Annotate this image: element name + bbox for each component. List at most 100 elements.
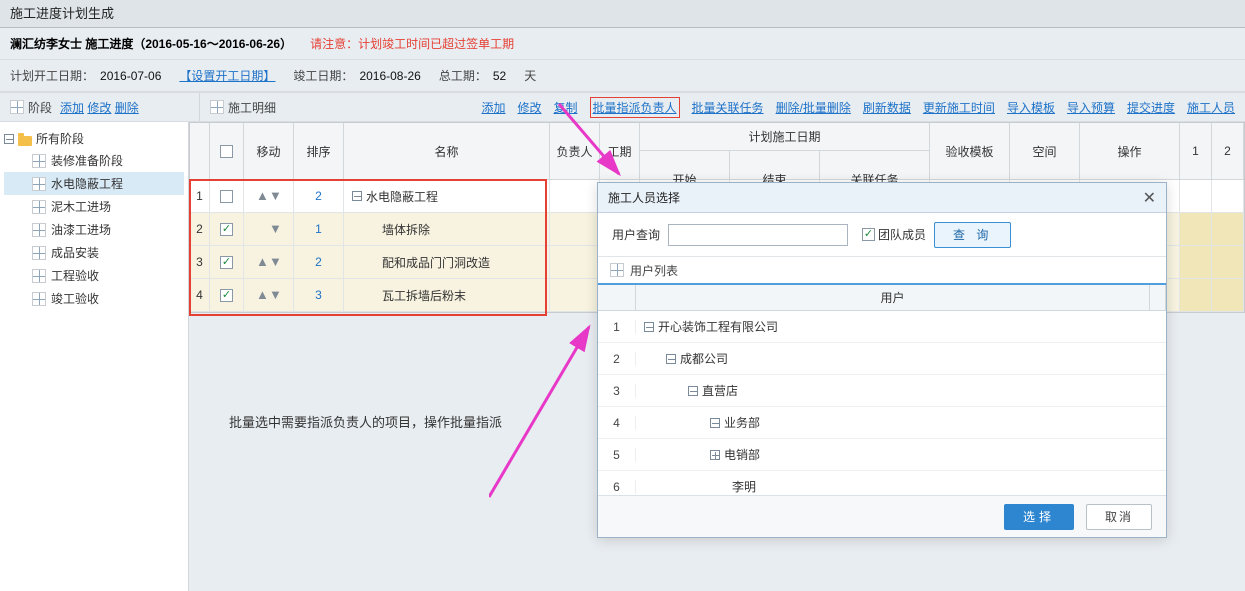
user-tree-row[interactable]: 1开心装饰工程有限公司: [598, 311, 1166, 343]
col-plan-date-group: 计划施工日期: [640, 123, 930, 151]
user-tree-row[interactable]: 2成都公司: [598, 343, 1166, 375]
detail-update-time-link[interactable]: 更新施工时间: [923, 99, 995, 116]
grid-icon: [32, 223, 46, 237]
col-template: 验收模板: [930, 123, 1010, 179]
move-up-icon[interactable]: ▲: [256, 288, 268, 302]
set-start-date-link[interactable]: 【设置开工日期】: [179, 67, 275, 84]
grid-icon: [32, 292, 46, 306]
detail-import-budget-link[interactable]: 导入预算: [1067, 99, 1115, 116]
phase-edit-link[interactable]: 修改: [87, 99, 111, 116]
phase-add-link[interactable]: 添加: [60, 99, 84, 116]
grid-icon: [32, 246, 46, 260]
worker-select-modal: 施工人员选择 ✕ 用户查询 团队成员 查 询 用户列表 用户: [597, 182, 1167, 538]
tree-item-label: 竣工验收: [51, 290, 99, 307]
col-name: 名称: [344, 123, 550, 179]
grid-icon: [610, 263, 624, 277]
tree-item[interactable]: 油漆工进场: [4, 218, 184, 241]
col-space: 空间: [1010, 123, 1080, 179]
user-tree-row[interactable]: 3直营店: [598, 375, 1166, 407]
project-info-row: 澜汇纺李女士 施工进度（2016-05-16～2016-06-26） 请注意：计…: [0, 28, 1245, 60]
tree-item[interactable]: 装修准备阶段: [4, 149, 184, 172]
move-down-icon[interactable]: ▼: [269, 288, 281, 302]
modal-col-user: 用户: [636, 285, 1150, 310]
overdue-warning: 请注意：计划竣工时间已超过签单工期: [310, 35, 514, 52]
cancel-button[interactable]: 取消: [1086, 504, 1152, 530]
row-checkbox[interactable]: [220, 256, 233, 269]
move-down-icon[interactable]: ▼: [269, 255, 281, 269]
grid-icon: [210, 100, 224, 114]
modal-title: 施工人员选择: [608, 189, 680, 206]
phase-tree: 所有阶段 装修准备阶段水电隐蔽工程泥木工进场油漆工进场成品安装工程验收竣工验收: [0, 122, 189, 591]
sort-value: 2: [294, 246, 344, 278]
user-search-input[interactable]: [668, 224, 848, 246]
grid-icon: [10, 100, 24, 114]
row-index: 1: [190, 180, 210, 212]
tree-item[interactable]: 成品安装: [4, 241, 184, 264]
expand-icon[interactable]: [710, 450, 720, 460]
detail-workers-link[interactable]: 施工人员: [1187, 99, 1235, 116]
total-duration-value: 52: [493, 69, 506, 83]
select-button[interactable]: 选择: [1004, 504, 1074, 530]
task-name: 配和成品门门洞改造: [344, 246, 550, 278]
user-tree-row[interactable]: 4业务部: [598, 407, 1166, 439]
sort-value: 3: [294, 279, 344, 311]
user-tree-row[interactable]: 6李明: [598, 471, 1166, 495]
move-up-icon[interactable]: ▲: [256, 189, 268, 203]
tree-item[interactable]: 水电隐蔽工程: [4, 172, 184, 195]
task-name: 瓦工拆墙后粉末: [344, 279, 550, 311]
detail-batch-relate-link[interactable]: 批量关联任务: [692, 99, 764, 116]
tree-item[interactable]: 工程验收: [4, 264, 184, 287]
phase-section-label: 阶段: [10, 99, 52, 116]
row-checkbox[interactable]: [220, 190, 233, 203]
phase-delete-link[interactable]: 删除: [115, 99, 139, 116]
collapse-icon[interactable]: [4, 134, 14, 144]
collapse-icon[interactable]: [352, 191, 362, 201]
detail-submit-progress-link[interactable]: 提交进度: [1127, 99, 1175, 116]
collapse-icon[interactable]: [666, 354, 676, 364]
total-duration-label: 总工期：: [439, 67, 487, 84]
annotation-text: 批量选中需要指派负责人的项目，操作批量指派: [229, 412, 502, 431]
detail-edit-link[interactable]: 修改: [518, 99, 542, 116]
move-down-icon[interactable]: ▼: [269, 189, 281, 203]
tree-item-label: 油漆工进场: [51, 221, 111, 238]
grid-icon: [32, 200, 46, 214]
tree-root-label: 所有阶段: [36, 130, 84, 147]
task-name: 墙体拆除: [344, 213, 550, 245]
move-up-icon[interactable]: ▲: [256, 255, 268, 269]
tree-item-label: 装修准备阶段: [51, 152, 123, 169]
col-num1: 1: [1180, 123, 1212, 179]
row-checkbox[interactable]: [220, 223, 233, 236]
detail-refresh-link[interactable]: 刷新数据: [863, 99, 911, 116]
col-sort: 排序: [294, 123, 344, 179]
tree-root[interactable]: 所有阶段: [4, 128, 184, 149]
user-name: 直营店: [702, 382, 738, 399]
team-member-checkbox[interactable]: [862, 228, 875, 241]
detail-copy-link[interactable]: 复制: [554, 99, 578, 116]
collapse-icon[interactable]: [644, 322, 654, 332]
col-num2: 2: [1212, 123, 1244, 179]
plan-start-value: 2016-07-06: [100, 69, 161, 83]
tree-item-label: 成品安装: [51, 244, 99, 261]
row-checkbox[interactable]: [220, 289, 233, 302]
tree-item[interactable]: 竣工验收: [4, 287, 184, 310]
collapse-icon[interactable]: [710, 418, 720, 428]
grid-header: 移动 排序 名称 负责人 工期 计划施工日期 开始 结束 关联任务 验收模板 空…: [190, 123, 1244, 180]
sort-value: 2: [294, 180, 344, 212]
toolbar: 阶段 添加 修改 删除 施工明细 添加 修改 复制 批量指派负责人 批量关联任务…: [0, 92, 1245, 122]
user-search-label: 用户查询: [612, 226, 660, 243]
row-index: 6: [598, 480, 636, 494]
tree-item[interactable]: 泥木工进场: [4, 195, 184, 218]
detail-batch-assign-link[interactable]: 批量指派负责人: [590, 97, 680, 118]
end-date-label: 竣工日期：: [293, 67, 353, 84]
detail-delete-link[interactable]: 删除/批量删除: [776, 99, 851, 116]
move-down-icon[interactable]: ▼: [269, 222, 281, 236]
col-operation: 操作: [1080, 123, 1180, 179]
user-tree-row[interactable]: 5电销部: [598, 439, 1166, 471]
select-all-checkbox[interactable]: [220, 145, 233, 158]
detail-add-link[interactable]: 添加: [481, 99, 505, 116]
close-icon[interactable]: ✕: [1143, 188, 1156, 208]
tree-item-label: 泥木工进场: [51, 198, 111, 215]
search-button[interactable]: 查 询: [934, 222, 1011, 248]
collapse-icon[interactable]: [688, 386, 698, 396]
detail-import-template-link[interactable]: 导入模板: [1007, 99, 1055, 116]
